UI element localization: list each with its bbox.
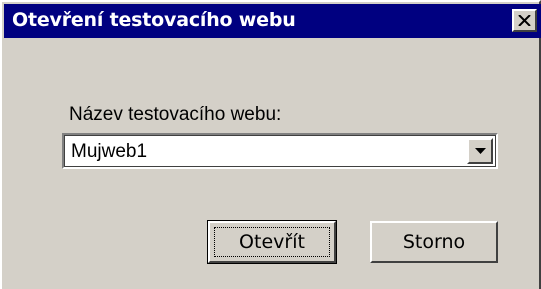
chevron-down-icon — [474, 148, 486, 154]
site-name-label: Název testovacího webu: — [69, 104, 282, 125]
title-bar[interactable]: Otevření testovacího webu — [4, 4, 541, 38]
cancel-button-label: Storno — [402, 231, 466, 253]
window-title: Otevření testovacího webu — [12, 9, 296, 31]
open-button-label: Otevřít — [239, 231, 305, 253]
site-name-combobox[interactable]: Mujweb1 — [62, 133, 498, 169]
close-icon — [518, 15, 531, 26]
dropdown-button[interactable] — [467, 138, 493, 164]
open-button[interactable]: Otevřít — [207, 220, 337, 264]
cancel-button[interactable]: Storno — [370, 221, 498, 263]
open-test-site-dialog: Otevření testovacího webu Název testovac… — [0, 0, 541, 289]
close-button[interactable] — [512, 9, 537, 32]
site-name-value[interactable]: Mujweb1 — [71, 141, 147, 163]
